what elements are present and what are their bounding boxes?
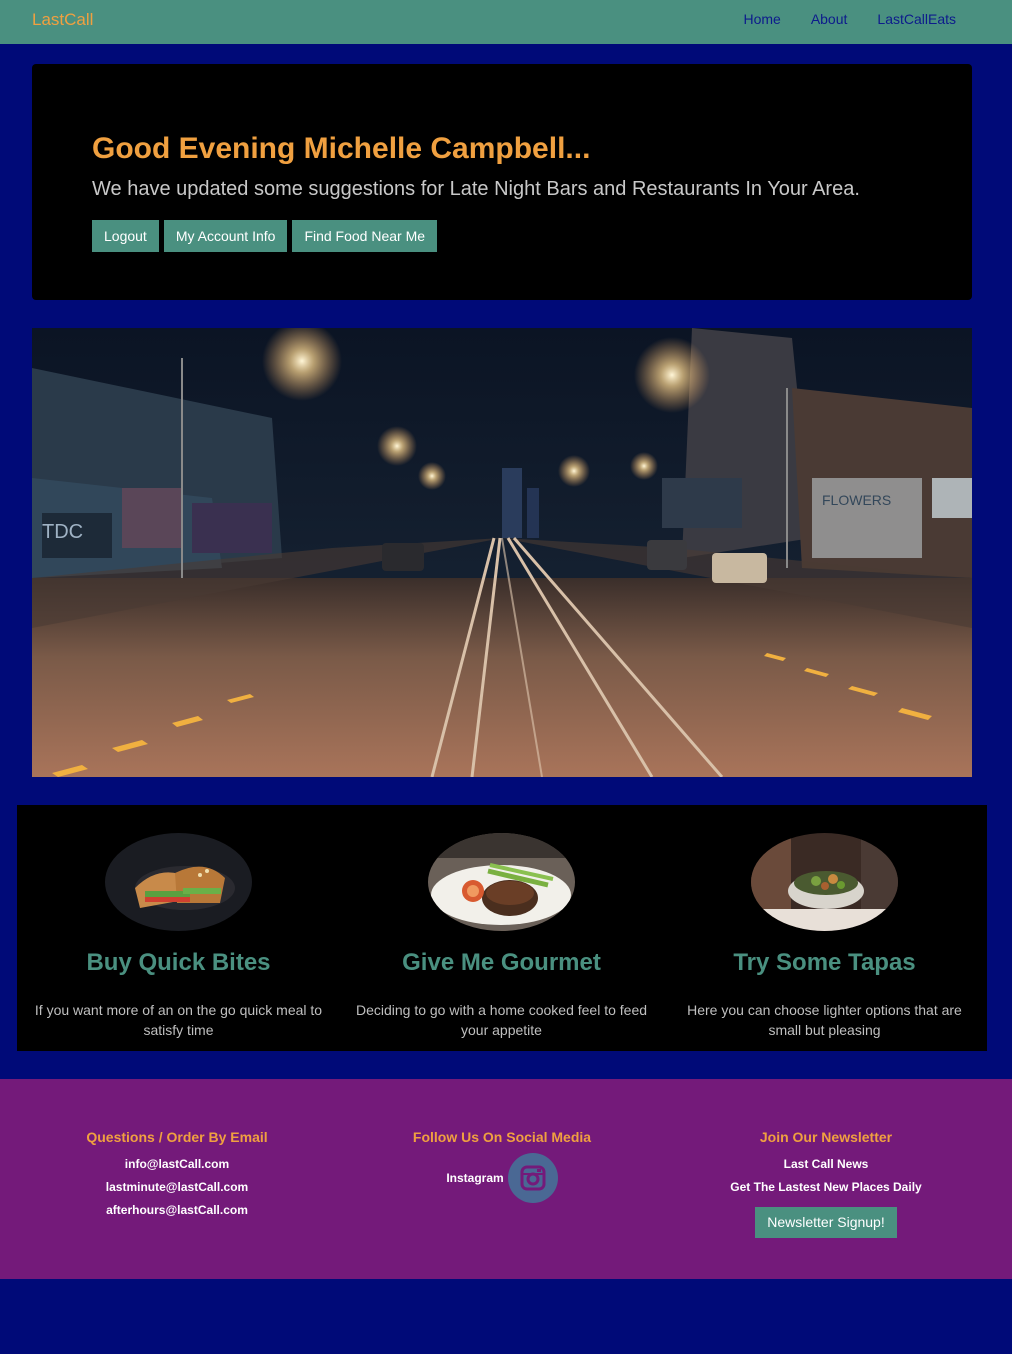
footer-social: Follow Us On Social Media Instagram: [352, 1129, 652, 1203]
brand-logo[interactable]: LastCall: [32, 10, 93, 30]
hero-buttons: Logout My Account Info Find Food Near Me: [92, 220, 438, 252]
newsletter-tagline: Get The Lastest New Places Daily: [730, 1180, 922, 1194]
nav-links: Home About LastCallEats: [743, 11, 956, 27]
hero-subtext: We have updated some suggestions for Lat…: [92, 178, 860, 200]
instagram-row: Instagram: [352, 1153, 652, 1203]
feature-gourmet: Give Me Gourmet Deciding to go with a ho…: [340, 805, 663, 1051]
burger-image: [105, 833, 252, 931]
nav-link-home[interactable]: Home: [743, 11, 780, 27]
footer-social-title: Follow Us On Social Media: [412, 1129, 592, 1145]
email-link-afterhours[interactable]: afterhours@lastCall.com: [27, 1199, 327, 1222]
top-navbar: LastCall Home About LastCallEats: [0, 0, 1012, 44]
nav-link-lastcalleats[interactable]: LastCallEats: [877, 11, 956, 27]
greeting-heading: Good Evening Michelle Campbell...: [92, 132, 591, 165]
newsletter-name: Last Call News: [783, 1157, 869, 1171]
feature-tapas: Try Some Tapas Here you can choose light…: [663, 805, 986, 1051]
logout-button[interactable]: Logout: [92, 220, 159, 252]
footer-contact: Questions / Order By Email info@lastCall…: [27, 1129, 327, 1222]
tapas-bowl-image: [751, 833, 898, 931]
footer-newsletter-title: Join Our Newsletter: [759, 1129, 893, 1145]
find-food-near-me-button[interactable]: Find Food Near Me: [292, 220, 438, 252]
feature-description: If you want more of an on the go quick m…: [34, 1002, 323, 1038]
feature-title[interactable]: Buy Quick Bites: [17, 949, 340, 977]
newsletter-signup-button[interactable]: Newsletter Signup!: [755, 1207, 897, 1238]
footer-newsletter: Join Our Newsletter Last Call News Get T…: [676, 1129, 976, 1238]
email-link-lastminute[interactable]: lastminute@lastCall.com: [27, 1176, 327, 1199]
night-street-image: TDC FLOWERS: [32, 328, 972, 777]
instagram-label[interactable]: Instagram: [446, 1171, 503, 1185]
footer: Questions / Order By Email info@lastCall…: [0, 1079, 1012, 1279]
feature-title[interactable]: Try Some Tapas: [663, 949, 986, 977]
footer-contact-title: Questions / Order By Email: [86, 1129, 268, 1145]
feature-description: Deciding to go with a home cooked feel t…: [355, 1002, 648, 1038]
instagram-icon[interactable]: [507, 1153, 558, 1203]
svg-text:FLOWERS: FLOWERS: [822, 492, 891, 508]
feature-title[interactable]: Give Me Gourmet: [340, 949, 663, 977]
steak-image: [428, 833, 575, 931]
nav-link-about[interactable]: About: [811, 11, 848, 27]
feature-quick-bites: Buy Quick Bites If you want more of an o…: [17, 805, 340, 1051]
svg-text:TDC: TDC: [42, 521, 83, 543]
email-link-info[interactable]: info@lastCall.com: [27, 1153, 327, 1176]
hero-panel: Good Evening Michelle Campbell... We hav…: [32, 64, 972, 300]
feature-description: Here you can choose lighter options that…: [687, 1002, 962, 1038]
my-account-info-button[interactable]: My Account Info: [163, 220, 288, 252]
features-section: Buy Quick Bites If you want more of an o…: [17, 805, 987, 1051]
